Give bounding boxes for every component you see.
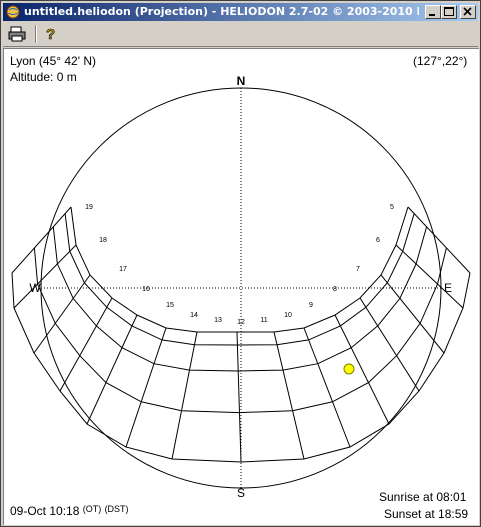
hour-line [13,244,77,309]
hour-label: 16 [142,286,150,293]
hour-label: 19 [85,204,93,211]
dst-label: (DST) [104,504,129,514]
title-bar[interactable]: untitled.heliodon (Projection) - HELIODO… [3,3,478,21]
compass-south: S [237,486,245,500]
close-button[interactable] [460,5,476,19]
hour-label: 7 [356,266,360,273]
hour-label: 6 [376,237,380,244]
svg-text:?: ? [46,26,55,43]
projection-canvas[interactable]: 19 18 17 16 15 14 13 12 11 10 9 8 7 6 5 N S E W Lyon (45° … [3,48,479,525]
app-window: untitled.heliodon (Projection) - HELIODO… [0,0,481,527]
help-icon: ? [46,26,56,44]
hour-label: 13 [214,317,222,324]
ot-label: (OT) [82,504,102,514]
hour-label: 11 [260,317,267,324]
compass-north: N [237,74,246,88]
hour-label: 15 [166,302,174,309]
sunrise-label: Sunrise at 08:01 [379,490,467,504]
location-label: Lyon (45° 42' N) [10,54,97,68]
close-icon [463,7,472,16]
day-curve-3 [52,226,428,372]
hour-line [125,327,167,448]
day-curve-4 [33,247,447,414]
minimize-button[interactable] [425,5,441,19]
date-time-label: 09-Oct 10:18 (OT) (DST) [10,504,129,518]
help-button[interactable]: ? [41,24,63,44]
hour-line [273,331,305,460]
toolbar-separator [35,25,37,43]
date-time-value: 09-Oct 10:18 [10,504,80,518]
app-globe-icon [6,5,20,19]
maximize-icon [444,7,454,16]
hour-line [380,274,445,354]
cursor-coordinates: (127°,22°) [413,54,468,68]
hour-line [171,331,198,460]
hour-label: 18 [99,237,107,244]
hour-label: 5 [390,204,394,211]
sunset-label: Sunset at 18:59 [384,507,469,521]
compass-west: W [29,281,41,295]
hour-line [59,297,113,392]
hour-line [11,206,72,274]
altitude-label: Altitude: 0 m [10,70,77,84]
hour-label: 9 [309,302,313,309]
maximize-button[interactable] [441,5,457,19]
hour-line [236,331,242,463]
hour-label: 8 [333,286,337,293]
compass-east: E [444,281,452,295]
window-title: untitled.heliodon (Projection) - HELIODO… [24,5,419,18]
hour-label: 10 [284,312,292,319]
toolbar: ? [3,22,478,47]
sun-marker [343,363,355,375]
minimize-icon [429,14,435,16]
printer-icon [8,26,26,42]
sun-path-diagram[interactable]: 19 18 17 16 15 14 13 12 11 10 9 8 7 6 5 N S E W [4,49,479,525]
hour-line [303,327,351,448]
print-button[interactable] [7,24,29,44]
hour-line [86,314,138,425]
hour-label: 12 [237,319,245,326]
hour-label: 17 [119,266,127,273]
hour-label: 14 [190,312,198,319]
